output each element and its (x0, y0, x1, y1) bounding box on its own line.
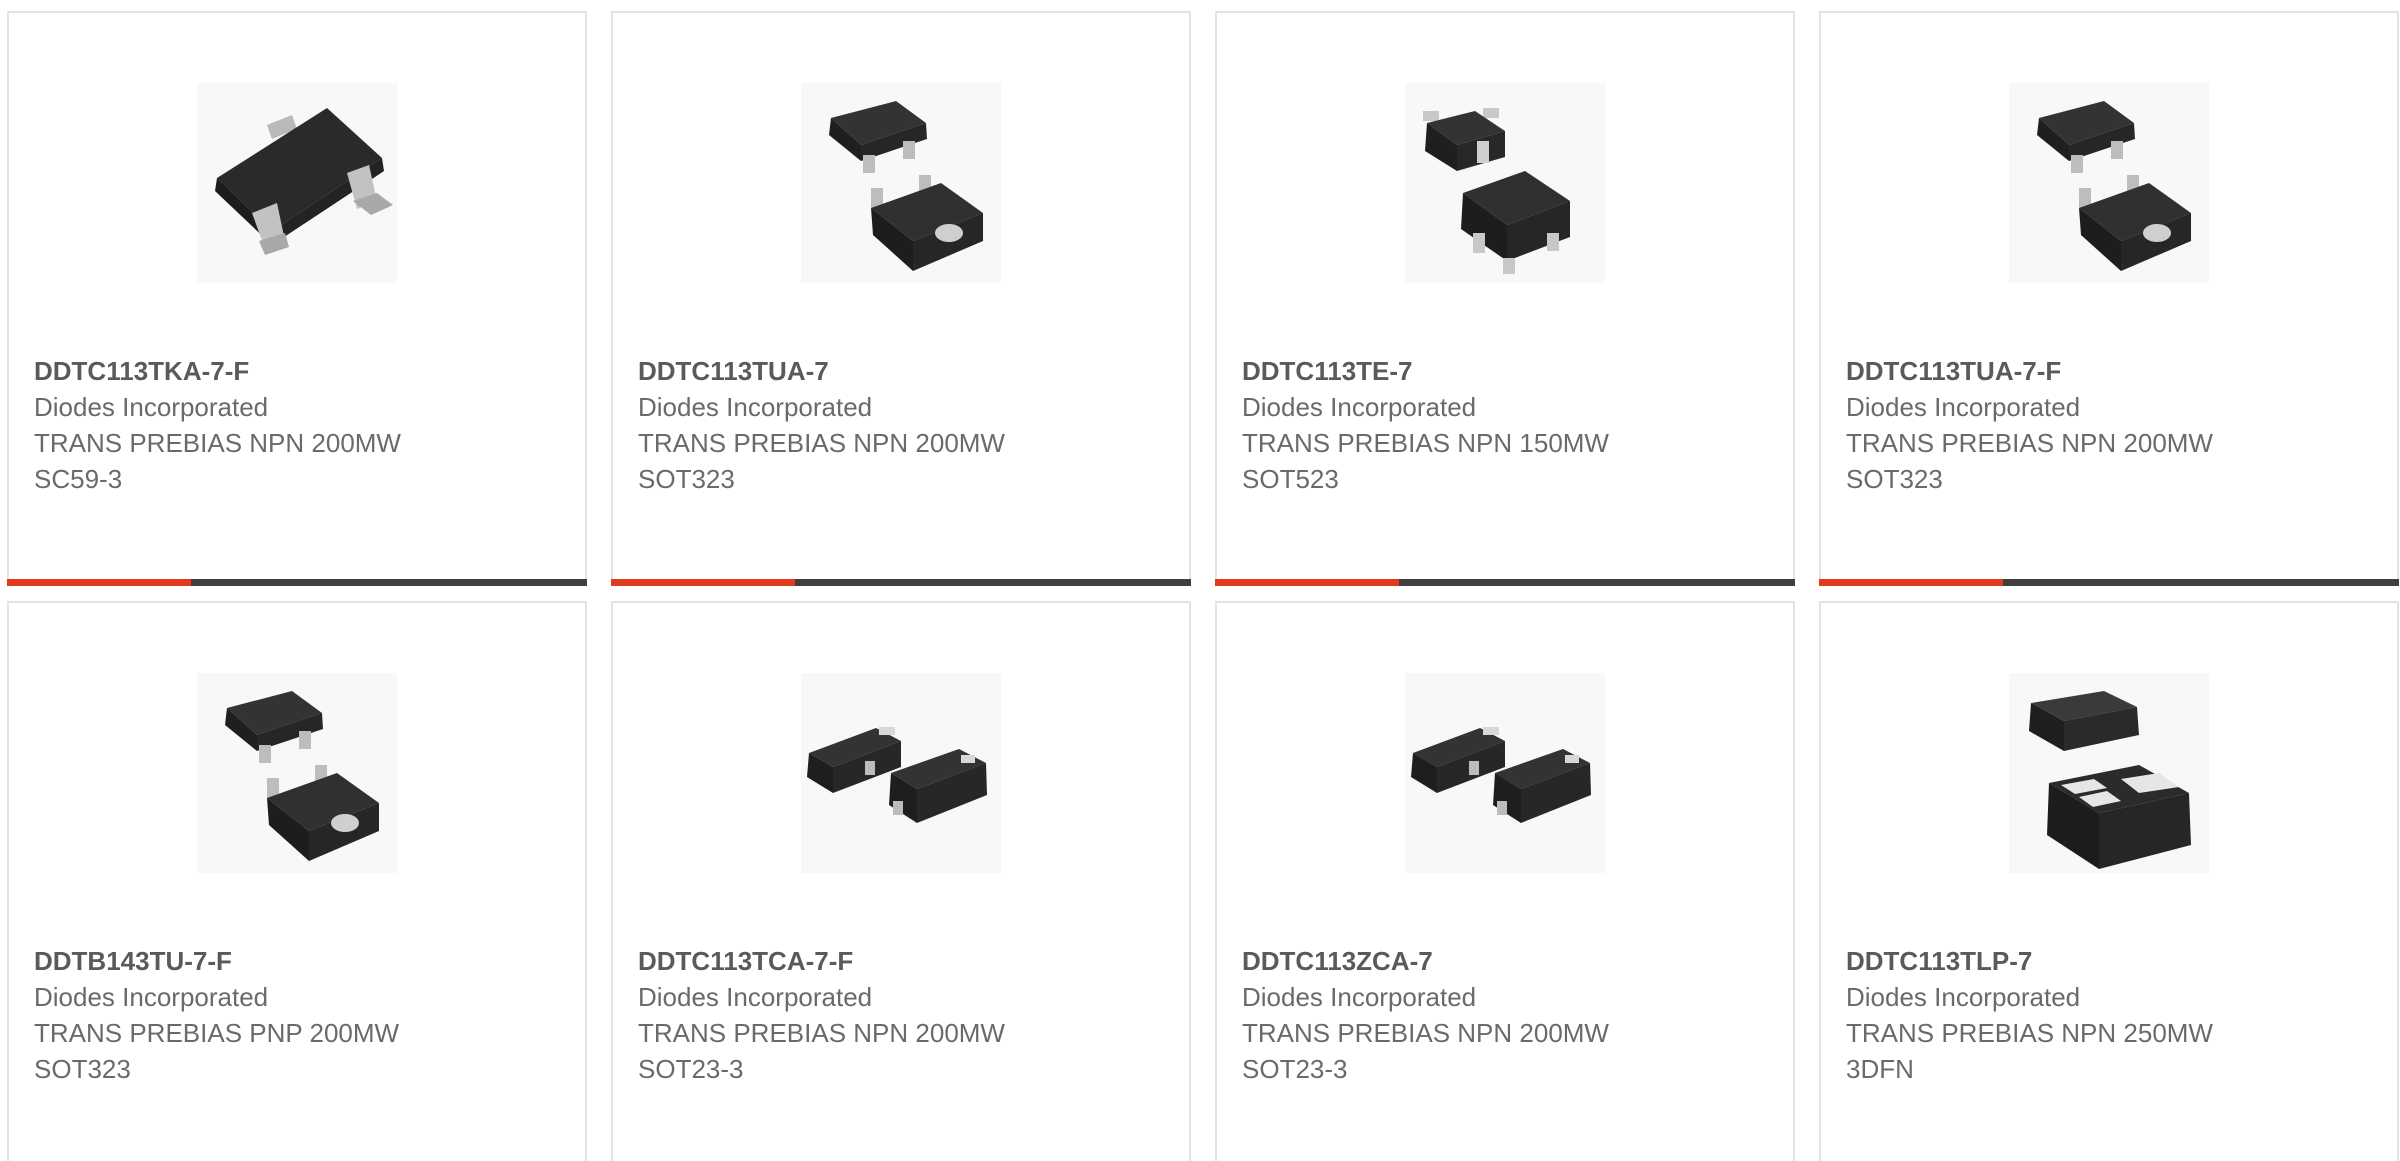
sot-package-pair-icon (197, 673, 397, 873)
product-card[interactable]: DDTC113ZCA-7 Diodes Incorporated TRANS P… (1215, 601, 1795, 1161)
manufacturer: Diodes Incorporated (1242, 982, 1477, 1012)
product-card[interactable]: DDTC113TUA-7-F Diodes Incorporated TRANS… (1819, 11, 2399, 586)
manufacturer: Diodes Incorporated (638, 982, 873, 1012)
description: TRANS PREBIAS NPN 200MW (1846, 428, 2213, 458)
product-image[interactable] (1405, 83, 1605, 283)
product-info: DDTB143TU-7-F Diodes Incorporated TRANS … (34, 943, 565, 1087)
manufacturer: Diodes Incorporated (34, 982, 269, 1012)
package: SOT323 (34, 1054, 131, 1084)
manufacturer: Diodes Incorporated (34, 392, 269, 422)
card-footer-bar (1819, 579, 2399, 586)
package: SOT523 (1242, 464, 1339, 494)
sot-package-pair-icon (2009, 83, 2209, 283)
product-grid: DDTC113TKA-7-F Diodes Incorporated TRANS… (0, 0, 2400, 1161)
package: SOT23-3 (1242, 1054, 1348, 1084)
product-info: DDTC113TKA-7-F Diodes Incorporated TRANS… (34, 353, 565, 497)
package: SOT323 (1846, 464, 1943, 494)
description: TRANS PREBIAS NPN 200MW (638, 1018, 1005, 1048)
part-number[interactable]: DDTC113TKA-7-F (34, 353, 565, 389)
description: TRANS PREBIAS NPN 200MW (638, 428, 1005, 458)
part-number[interactable]: DDTC113TUA-7 (638, 353, 1169, 389)
manufacturer: Diodes Incorporated (1846, 392, 2081, 422)
manufacturer: Diodes Incorporated (1242, 392, 1477, 422)
description: TRANS PREBIAS NPN 200MW (1242, 1018, 1609, 1048)
product-info: DDTC113TCA-7-F Diodes Incorporated TRANS… (638, 943, 1169, 1087)
card-accent-bar (7, 579, 191, 586)
product-image[interactable] (2009, 673, 2209, 873)
card-accent-bar (1819, 579, 2003, 586)
sot-package-single-icon (197, 83, 397, 283)
product-image[interactable] (197, 673, 397, 873)
product-image[interactable] (801, 673, 1001, 873)
part-number[interactable]: DDTB143TU-7-F (34, 943, 565, 979)
product-image[interactable] (197, 83, 397, 283)
description: TRANS PREBIAS NPN 150MW (1242, 428, 1609, 458)
product-info: DDTC113TUA-7-F Diodes Incorporated TRANS… (1846, 353, 2377, 497)
product-card[interactable]: DDTC113TE-7 Diodes Incorporated TRANS PR… (1215, 11, 1795, 586)
product-info: DDTC113TLP-7 Diodes Incorporated TRANS P… (1846, 943, 2377, 1087)
product-image[interactable] (2009, 83, 2209, 283)
part-number[interactable]: DDTC113TLP-7 (1846, 943, 2377, 979)
product-info: DDTC113TUA-7 Diodes Incorporated TRANS P… (638, 353, 1169, 497)
card-footer-bar (611, 579, 1191, 586)
package: 3DFN (1846, 1054, 1914, 1084)
package: SOT23-3 (638, 1054, 744, 1084)
product-card[interactable]: DDTC113TCA-7-F Diodes Incorporated TRANS… (611, 601, 1191, 1161)
package: SOT323 (638, 464, 735, 494)
card-footer-bar (7, 579, 587, 586)
description: TRANS PREBIAS NPN 200MW (34, 428, 401, 458)
product-image[interactable] (1405, 673, 1605, 873)
description: TRANS PREBIAS NPN 250MW (1846, 1018, 2213, 1048)
product-info: DDTC113TE-7 Diodes Incorporated TRANS PR… (1242, 353, 1773, 497)
product-card[interactable]: DDTC113TUA-7 Diodes Incorporated TRANS P… (611, 11, 1191, 586)
dfn-package-icon (2009, 673, 2209, 873)
card-accent-bar (1215, 579, 1399, 586)
part-number[interactable]: DDTC113TUA-7-F (1846, 353, 2377, 389)
sot-package-pair-icon (1405, 83, 1605, 283)
product-image[interactable] (801, 83, 1001, 283)
card-accent-bar (611, 579, 795, 586)
part-number[interactable]: DDTC113ZCA-7 (1242, 943, 1773, 979)
part-number[interactable]: DDTC113TE-7 (1242, 353, 1773, 389)
package: SC59-3 (34, 464, 123, 494)
card-footer-bar (1215, 579, 1795, 586)
description: TRANS PREBIAS PNP 200MW (34, 1018, 400, 1048)
product-card[interactable]: DDTC113TKA-7-F Diodes Incorporated TRANS… (7, 11, 587, 586)
sot-package-pair-icon (801, 83, 1001, 283)
product-card[interactable]: DDTC113TLP-7 Diodes Incorporated TRANS P… (1819, 601, 2399, 1161)
manufacturer: Diodes Incorporated (1846, 982, 2081, 1012)
manufacturer: Diodes Incorporated (638, 392, 873, 422)
sot-package-side-pair-icon (801, 673, 1001, 873)
product-card[interactable]: DDTB143TU-7-F Diodes Incorporated TRANS … (7, 601, 587, 1161)
product-info: DDTC113ZCA-7 Diodes Incorporated TRANS P… (1242, 943, 1773, 1087)
part-number[interactable]: DDTC113TCA-7-F (638, 943, 1169, 979)
sot-package-side-pair-icon (1405, 673, 1605, 873)
